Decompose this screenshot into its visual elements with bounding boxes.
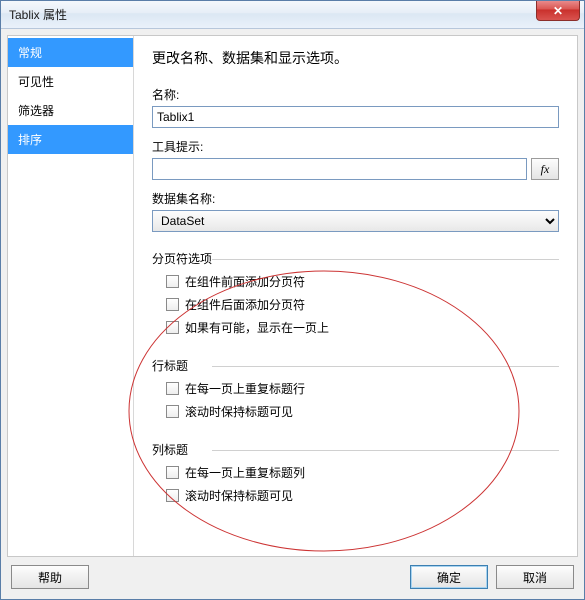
checkbox-icon [166,405,179,418]
dataset-select[interactable]: DataSet [152,210,559,232]
help-button[interactable]: 帮助 [11,565,89,589]
checkbox-label: 在每一页上重复标题列 [185,464,305,481]
group-colheader-title: 列标题 [152,441,559,458]
checkbox-label: 在组件前面添加分页符 [185,273,305,290]
sidebar-item-label: 常规 [18,46,42,60]
sidebar-item-label: 排序 [18,133,42,147]
group-pagebreak-title: 分页符选项 [152,250,559,267]
checkbox-icon [166,298,179,311]
client-area: 常规 可见性 筛选器 排序 更改名称、数据集和显示选项。 名称: 工具提示: [1,29,584,599]
dataset-label: 数据集名称: [152,190,559,207]
sidebar-item-filters[interactable]: 筛选器 [8,96,133,125]
checkbox-icon [166,466,179,479]
sidebar-item-sorting[interactable]: 排序 [8,125,133,154]
ok-button[interactable]: 确定 [410,565,488,589]
checkbox-label: 滚动时保持标题可见 [185,403,293,420]
main-panel: 更改名称、数据集和显示选项。 名称: 工具提示: fx 数据集名称: DataS… [134,36,577,556]
dialog-body: 常规 可见性 筛选器 排序 更改名称、数据集和显示选项。 名称: 工具提示: [7,35,578,557]
checkbox-row[interactable]: 在每一页上重复标题列 [152,461,559,484]
checkbox-row[interactable]: 滚动时保持标题可见 [152,400,559,423]
dialog-window: Tablix 属性 ✕ 常规 可见性 筛选器 排序 更改 [0,0,585,600]
checkbox-label: 在每一页上重复标题行 [185,380,305,397]
checkbox-row[interactable]: 在每一页上重复标题行 [152,377,559,400]
checkbox-icon [166,275,179,288]
expression-button[interactable]: fx [531,158,559,180]
fx-icon: fx [541,162,550,177]
checkbox-icon [166,321,179,334]
page-heading: 更改名称、数据集和显示选项。 [152,48,559,68]
sidebar-item-visibility[interactable]: 可见性 [8,67,133,96]
name-label: 名称: [152,86,559,103]
sidebar-item-label: 可见性 [18,75,54,89]
checkbox-icon [166,382,179,395]
tooltip-input[interactable] [152,158,527,180]
sidebar: 常规 可见性 筛选器 排序 [8,36,134,556]
name-input[interactable] [152,106,559,128]
dialog-footer: 帮助 确定 取消 [7,557,578,593]
group-rowheader-title: 行标题 [152,357,559,374]
checkbox-label: 滚动时保持标题可见 [185,487,293,504]
checkbox-icon [166,489,179,502]
cancel-button[interactable]: 取消 [496,565,574,589]
sidebar-item-general[interactable]: 常规 [8,38,133,67]
checkbox-label: 在组件后面添加分页符 [185,296,305,313]
checkbox-row[interactable]: 滚动时保持标题可见 [152,484,559,507]
tooltip-label: 工具提示: [152,138,559,155]
checkbox-row[interactable]: 在组件后面添加分页符 [152,293,559,316]
checkbox-row[interactable]: 在组件前面添加分页符 [152,270,559,293]
titlebar: Tablix 属性 ✕ [1,1,584,29]
close-button[interactable]: ✕ [536,1,580,21]
sidebar-item-label: 筛选器 [18,104,54,118]
close-icon: ✕ [553,4,563,18]
checkbox-row[interactable]: 如果有可能，显示在一页上 [152,316,559,339]
checkbox-label: 如果有可能，显示在一页上 [185,319,329,336]
window-title: Tablix 属性 [1,6,67,23]
